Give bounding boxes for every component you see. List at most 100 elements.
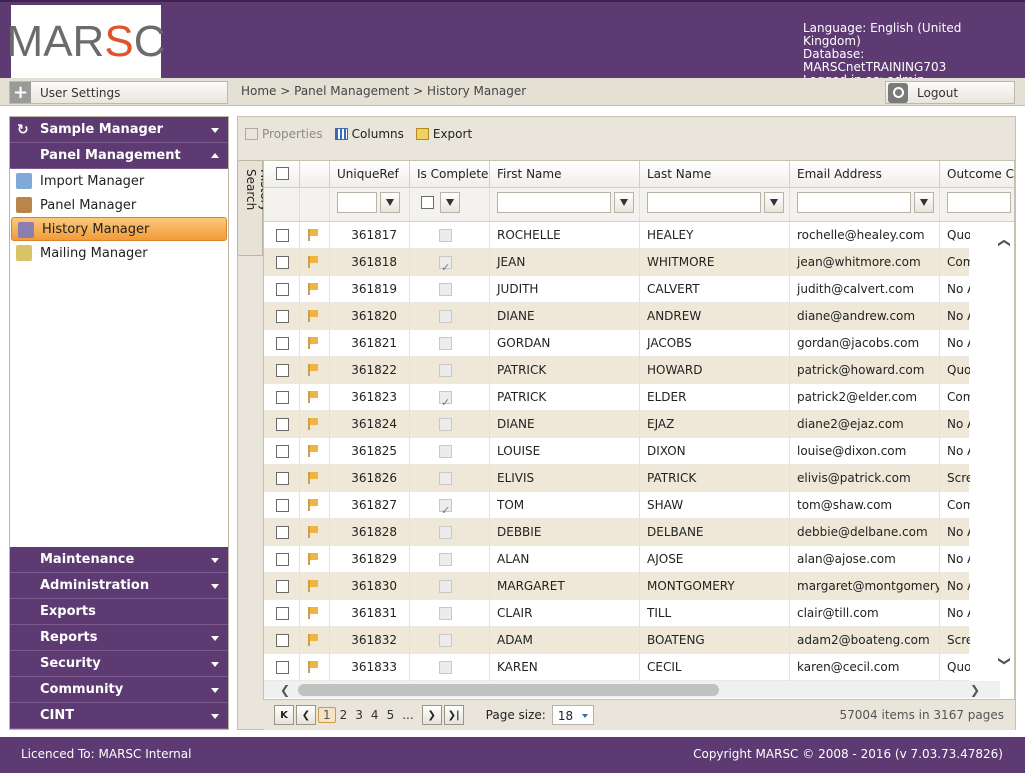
flag-icon[interactable] (308, 391, 320, 403)
flag-icon[interactable] (308, 472, 320, 484)
flag-icon[interactable] (308, 553, 320, 565)
nav-exports[interactable]: Exports (10, 599, 228, 625)
flag-icon[interactable] (308, 229, 320, 241)
table-row[interactable]: 361820 DIANEANDREWdiane@andrew.com No Answ (264, 303, 970, 330)
text-filter-input[interactable] (647, 192, 761, 213)
nav-item-history-manager[interactable]: History Manager (11, 217, 227, 241)
flag-icon[interactable] (308, 499, 320, 511)
nav-panel-management[interactable]: Panel Management (10, 143, 228, 169)
row-checkbox[interactable] (276, 607, 289, 620)
table-row[interactable]: 361826 ELIVIS PATRICK elivis@patrick.com Scr… (264, 465, 970, 492)
properties-button[interactable]: Properties (245, 127, 323, 141)
nav-maintenance[interactable]: Maintenance (10, 547, 228, 573)
nav-community[interactable]: Community (10, 677, 228, 703)
row-checkbox[interactable] (276, 364, 289, 377)
select-all-checkbox[interactable] (276, 167, 289, 180)
table-row[interactable]: 361819 JUDITH CALVERT judith@calvert.com No … (264, 276, 970, 303)
flag-icon[interactable] (308, 634, 320, 646)
scroll-down-icon[interactable]: ❯ (998, 656, 1012, 666)
text-filter-input[interactable] (797, 192, 911, 213)
flag-icon[interactable] (308, 580, 320, 592)
row-checkbox[interactable] (276, 553, 289, 566)
filter-icon[interactable] (764, 192, 784, 213)
table-row[interactable]: 361829 ALANAJOSEalan@ajose.com No Answ (264, 546, 970, 573)
table-row[interactable]: 361818 JEANWHITMOREjean@whitmore.com Compl… (264, 249, 970, 276)
flag-icon[interactable] (308, 607, 320, 619)
column-header[interactable]: UniqueRef (330, 161, 410, 188)
page-size-select[interactable]: 18 (551, 705, 594, 725)
columns-button[interactable]: Columns (334, 127, 404, 141)
nav-item-import-manager[interactable]: Import Manager (10, 169, 228, 193)
nav-item-mailing-manager[interactable]: Mailing Manager (10, 241, 228, 265)
row-checkbox[interactable] (276, 337, 289, 350)
row-checkbox[interactable] (276, 283, 289, 296)
flag-icon[interactable] (308, 283, 320, 295)
row-checkbox[interactable] (276, 418, 289, 431)
export-button[interactable]: Export (415, 127, 472, 141)
row-checkbox[interactable] (276, 499, 289, 512)
table-row[interactable]: 361827 TOMSHAWtom@shaw.com Complete (264, 492, 970, 519)
flag-icon[interactable] (308, 445, 320, 457)
page-more-link[interactable]: ... (398, 708, 417, 722)
table-row[interactable]: 361823 PATRICKELDERpatrick2@elder.com Comp… (264, 384, 970, 411)
row-checkbox[interactable] (276, 634, 289, 647)
page-1-link[interactable]: 1 (318, 707, 336, 723)
column-header[interactable]: Outcome Co (940, 161, 1014, 188)
column-header[interactable]: Email Address (790, 161, 940, 188)
last-page-button[interactable]: ❯| (443, 705, 464, 725)
table-row[interactable]: 361821 GORDANJACOBSgordan@jacobs.com No An… (264, 330, 970, 357)
flag-icon[interactable] (308, 337, 320, 349)
table-row[interactable]: 361830 MARGARET MONTGOMERY margaret@montgom… (264, 573, 970, 600)
user-settings-button[interactable]: + User Settings (9, 81, 228, 104)
outcome-filter-input[interactable] (947, 192, 1011, 213)
filter-icon[interactable] (440, 192, 460, 213)
next-page-button[interactable]: ❯ (421, 705, 442, 725)
row-checkbox[interactable] (276, 229, 289, 242)
table-row[interactable]: 361825 LOUISEDIXONlouise@dixon.com No Answ (264, 438, 970, 465)
filter-icon[interactable] (380, 192, 400, 213)
nav-item-panel-manager[interactable]: Panel Manager (10, 193, 228, 217)
table-row[interactable]: 361832 ADAMBOATENGadam2@boateng.com Screen… (264, 627, 970, 654)
nav-security[interactable]: Security (10, 651, 228, 677)
flag-icon[interactable] (308, 310, 320, 322)
row-checkbox[interactable] (276, 580, 289, 593)
history-search-tab[interactable]: History Search (237, 160, 272, 256)
nav-administration[interactable]: Administration (10, 573, 228, 599)
table-row[interactable]: 361833 KARENCECILkaren@cecil.com Quota Fu (264, 654, 970, 681)
scroll-right-icon[interactable]: ❯ (970, 683, 980, 697)
uniqueref-filter-input[interactable] (337, 192, 377, 213)
first-page-button[interactable]: K (274, 705, 294, 725)
logout-button[interactable]: Logout (885, 81, 1015, 104)
is-complete-filter-checkbox[interactable] (421, 196, 434, 209)
column-header[interactable]: First Name (490, 161, 640, 188)
scroll-up-icon[interactable]: ❮ (998, 238, 1012, 248)
select-all-header[interactable] (264, 161, 300, 188)
column-header[interactable]: Last Name (640, 161, 790, 188)
page-3-link[interactable]: 3 (351, 708, 367, 722)
page-4-link[interactable]: 4 (367, 708, 383, 722)
flag-icon[interactable] (308, 526, 320, 538)
nav-sample-manager[interactable]: ↻ Sample Manager (10, 117, 228, 143)
row-checkbox[interactable] (276, 661, 289, 674)
filter-icon[interactable] (614, 192, 634, 213)
horizontal-scroll-thumb[interactable] (298, 684, 719, 696)
filter-icon[interactable] (914, 192, 934, 213)
marsc-logo[interactable]: MAR S C (7, 5, 165, 78)
page-5-link[interactable]: 5 (383, 708, 399, 722)
nav-cint[interactable]: CINT (10, 703, 228, 729)
row-checkbox[interactable] (276, 256, 289, 269)
text-filter-input[interactable] (497, 192, 611, 213)
flag-icon[interactable] (308, 364, 320, 376)
row-checkbox[interactable] (276, 526, 289, 539)
row-checkbox[interactable] (276, 472, 289, 485)
flag-icon[interactable] (308, 256, 320, 268)
row-checkbox[interactable] (276, 310, 289, 323)
page-2-link[interactable]: 2 (336, 708, 352, 722)
flag-icon[interactable] (308, 661, 320, 673)
row-checkbox[interactable] (276, 445, 289, 458)
table-row[interactable]: 361824 DIANEEJAZdiane2@ejaz.com No Answ (264, 411, 970, 438)
scroll-left-icon[interactable]: ❮ (280, 683, 290, 697)
table-row[interactable]: 361822 PATRICKHOWARDpatrick@howard.com Quo… (264, 357, 970, 384)
nav-reports[interactable]: Reports (10, 625, 228, 651)
table-row[interactable]: 361831 CLAIRTILLclair@till.com No Answ (264, 600, 970, 627)
